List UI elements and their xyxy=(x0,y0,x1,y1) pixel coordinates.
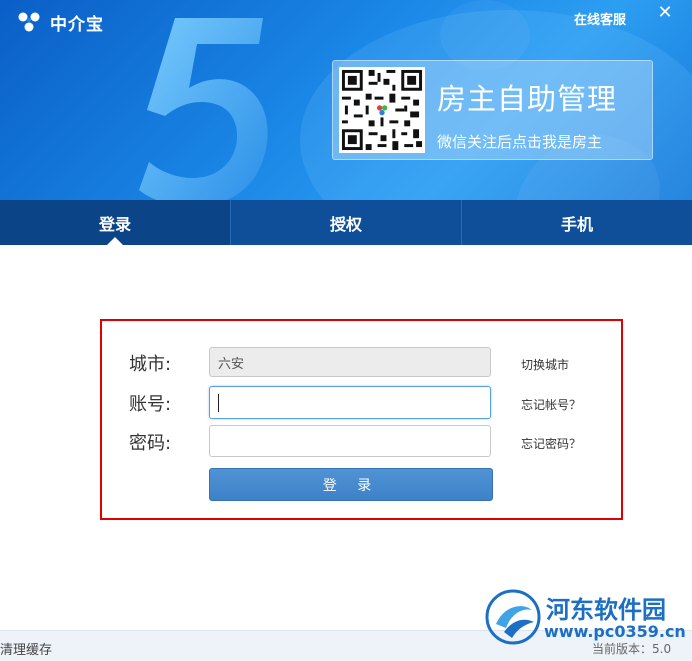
tab-login[interactable]: 登录 xyxy=(0,200,231,245)
header-banner: 中介宝 在线客服 ✕ 房主自助管理 微信关注后点击我是房主 xyxy=(0,0,692,200)
promo-subtitle: 微信关注后点击我是房主 xyxy=(437,133,603,151)
login-button[interactable]: 登 录 xyxy=(209,468,493,501)
close-button[interactable]: ✕ xyxy=(655,3,675,23)
qr-code xyxy=(339,67,425,153)
text-cursor xyxy=(218,394,219,412)
account-input[interactable] xyxy=(209,386,491,419)
login-form: 城市: 六安 切换城市 账号: 忘记帐号？ 密码: 忘记密码？ 登 录 xyxy=(100,319,623,520)
watermark-name: 河东软件园 xyxy=(546,595,666,624)
status-footer: 清理缓存 当前版本：5.0 xyxy=(0,630,692,661)
logo-text: 中介宝 xyxy=(50,14,104,35)
promo-title: 房主自助管理 xyxy=(437,82,618,116)
app-logo: 中介宝 xyxy=(16,10,104,35)
city-field: 六安 xyxy=(209,347,491,377)
owner-promo-card[interactable]: 房主自助管理 微信关注后点击我是房主 xyxy=(332,60,653,160)
forgot-password-link[interactable]: 忘记密码？ xyxy=(521,435,581,452)
forgot-account-link[interactable]: 忘记帐号？ xyxy=(521,396,581,413)
tab-authorize[interactable]: 授权 xyxy=(231,200,462,245)
password-label: 密码: xyxy=(129,433,172,454)
logo-icon xyxy=(18,12,40,32)
switch-city-link[interactable]: 切换城市 xyxy=(521,356,569,373)
password-input[interactable] xyxy=(209,425,491,457)
version-five-graphic xyxy=(139,18,268,200)
tab-bar: 登录 授权 手机 xyxy=(0,200,692,245)
clear-cache-link[interactable]: 清理缓存 xyxy=(0,639,52,658)
account-label: 账号: xyxy=(129,394,172,415)
online-service-link[interactable]: 在线客服 xyxy=(574,9,626,28)
city-value: 六安 xyxy=(218,356,245,372)
version-label: 当前版本：5.0 xyxy=(592,642,672,656)
tab-mobile[interactable]: 手机 xyxy=(462,200,692,245)
city-label: 城市: xyxy=(129,354,172,375)
